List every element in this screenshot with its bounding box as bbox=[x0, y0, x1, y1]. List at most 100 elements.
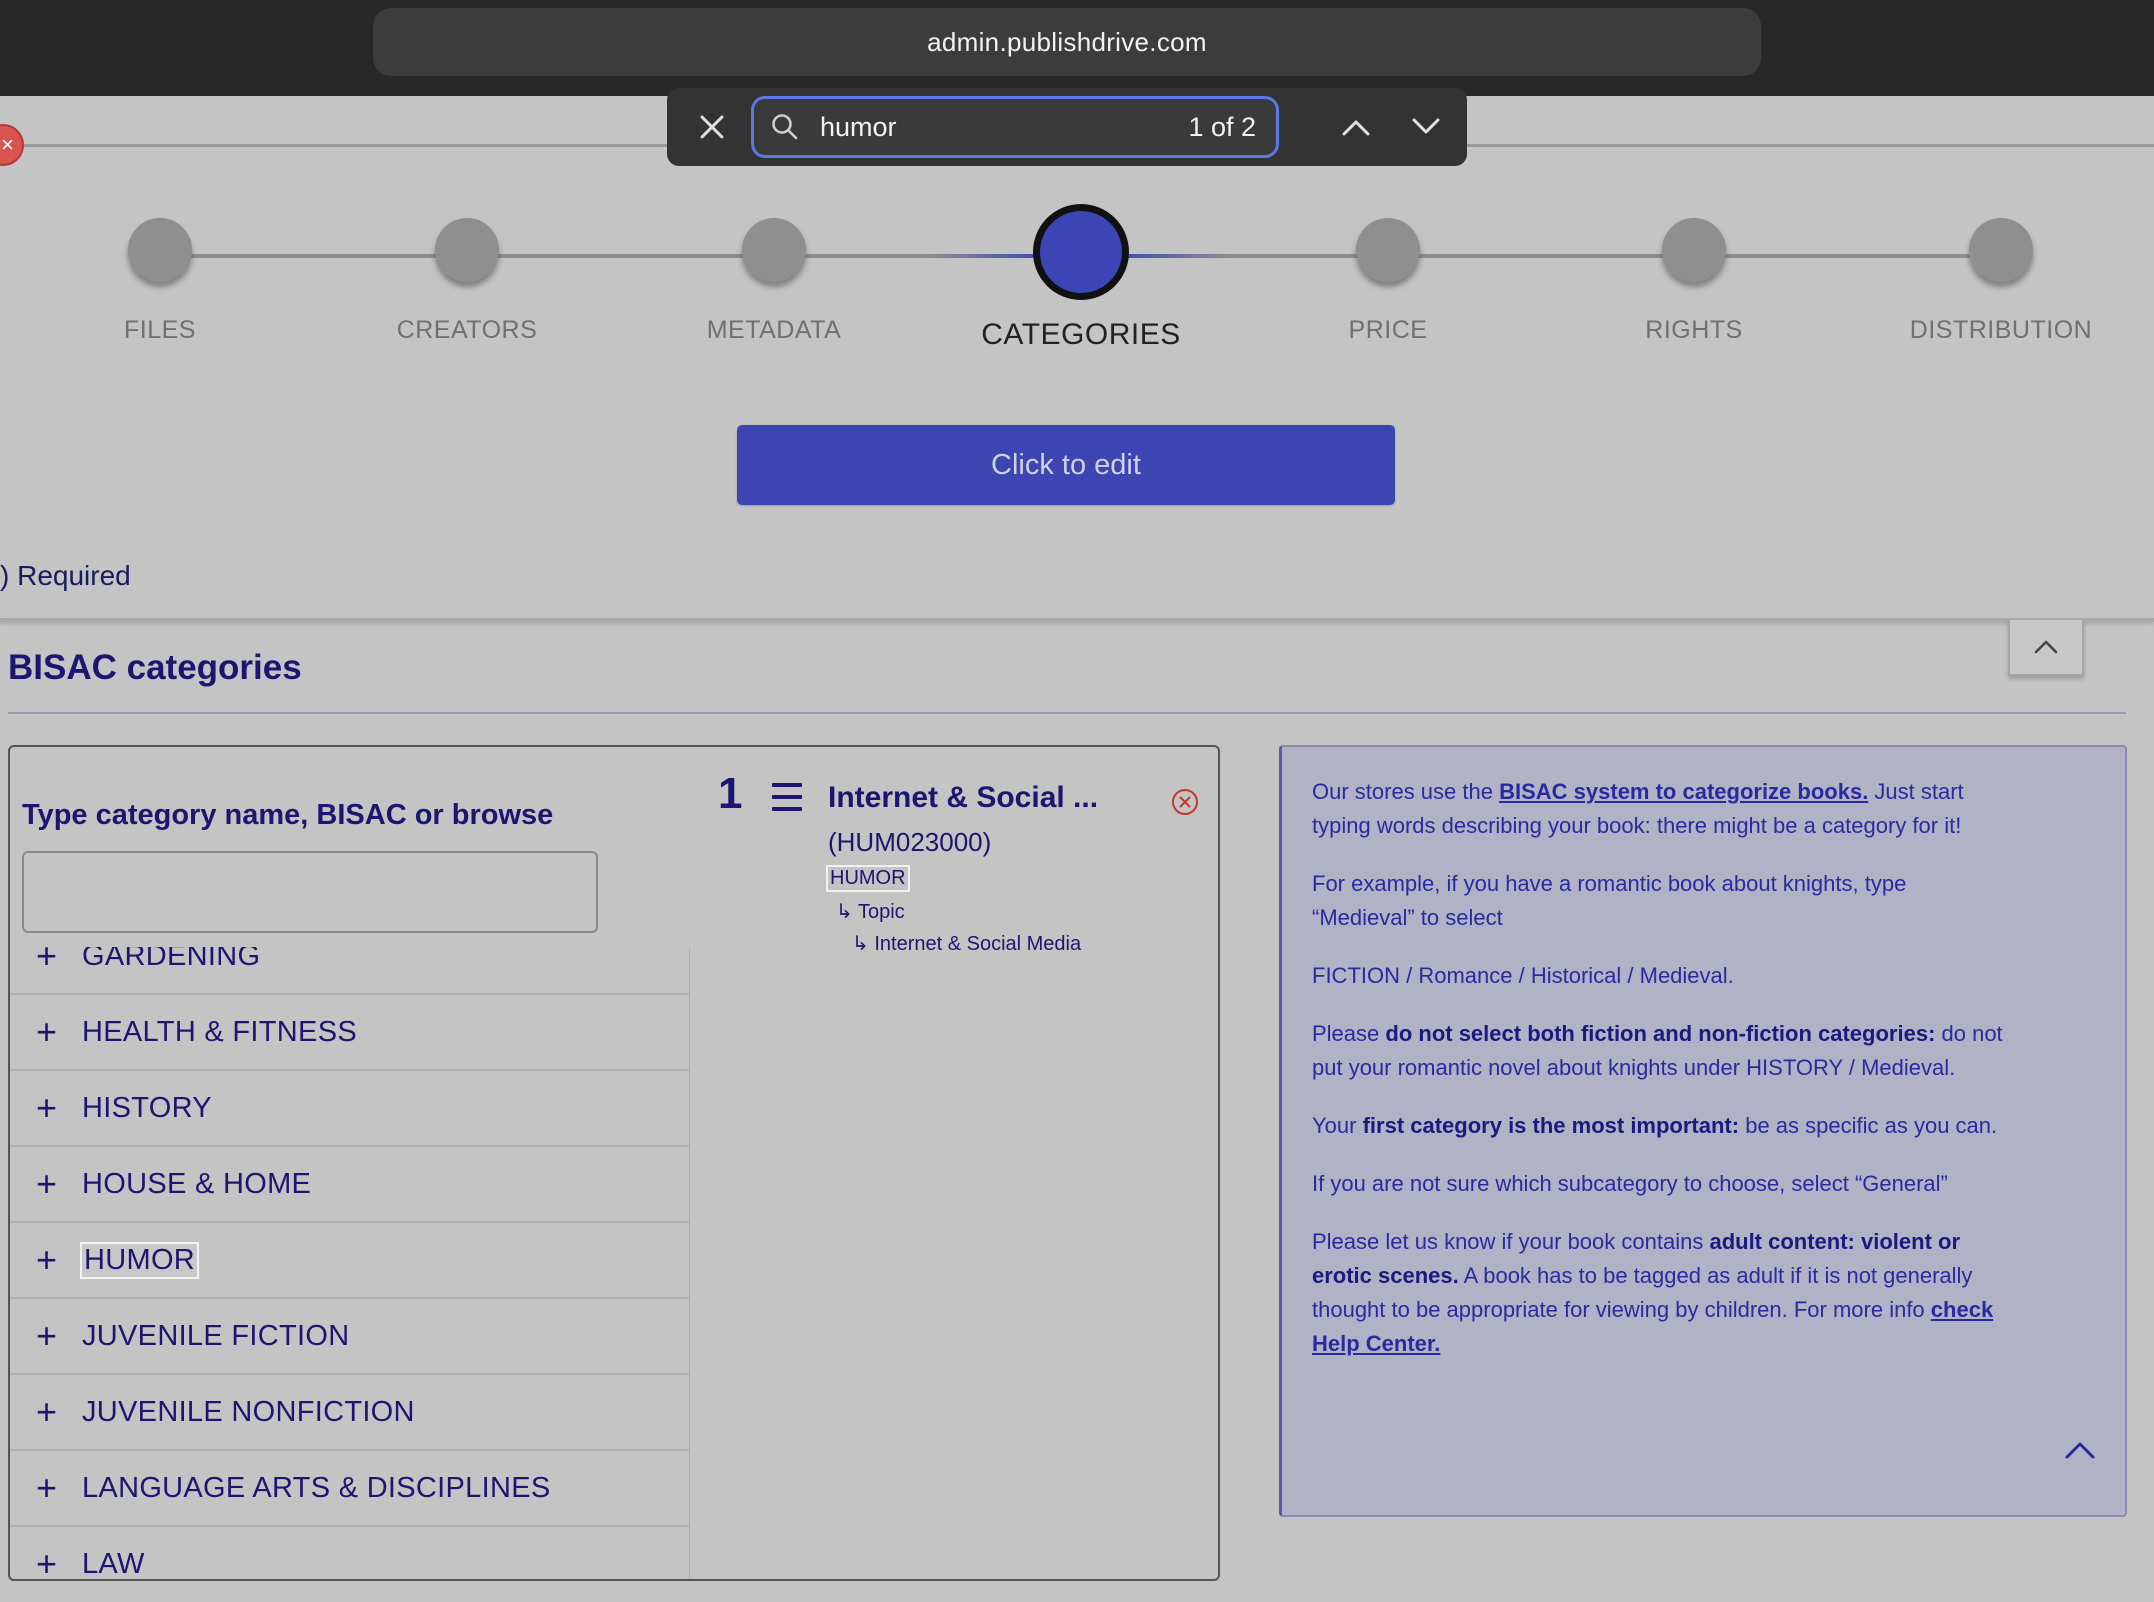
bisac-info-panel: Our stores use the BISAC system to categ… bbox=[1279, 745, 2127, 1517]
click-to-edit-button[interactable]: Click to edit bbox=[737, 425, 1395, 505]
expand-plus-icon[interactable]: + bbox=[36, 1318, 62, 1354]
url-text: admin.publishdrive.com bbox=[927, 26, 1207, 57]
selected-category-index: 1 bbox=[718, 769, 743, 818]
step-label: FILES bbox=[124, 316, 196, 344]
find-bar: humor 1 of 2 bbox=[667, 88, 1467, 166]
step-label: CREATORS bbox=[396, 316, 538, 344]
expand-plus-icon[interactable]: + bbox=[36, 1014, 62, 1050]
selected-category-parent: HUMOR bbox=[826, 865, 910, 892]
category-item-house-home[interactable]: + HOUSE & HOME bbox=[10, 1147, 689, 1223]
info-paragraph: Our stores use the BISAC system to categ… bbox=[1312, 775, 2012, 843]
category-item-history[interactable]: + HISTORY bbox=[10, 1071, 689, 1147]
chevron-up-icon bbox=[2034, 640, 2058, 654]
find-query: humor bbox=[820, 111, 897, 142]
selected-category-title: Internet & Social ... bbox=[828, 781, 1099, 814]
selected-category-level-2: ↳ Topic bbox=[836, 899, 905, 924]
step-categories[interactable]: CATEGORIES bbox=[931, 204, 1231, 352]
info-text: Please let us know if your book contains bbox=[1312, 1229, 1710, 1254]
step-files[interactable]: FILES bbox=[10, 218, 310, 345]
step-label: RIGHTS bbox=[1645, 316, 1743, 344]
category-item-law[interactable]: + LAW bbox=[10, 1527, 689, 1580]
drag-handle-icon[interactable] bbox=[772, 783, 802, 811]
subcategory-arrow-icon: ↳ bbox=[836, 901, 858, 923]
remove-category-button[interactable] bbox=[1170, 787, 1200, 817]
expand-plus-icon[interactable]: + bbox=[36, 1394, 62, 1430]
category-name: HEALTH & FITNESS bbox=[82, 1015, 357, 1048]
step-metadata[interactable]: METADATA bbox=[624, 218, 924, 345]
bisac-divider bbox=[8, 712, 2126, 714]
bisac-title: BISAC categories bbox=[8, 648, 302, 687]
info-text: Your bbox=[1312, 1113, 1363, 1138]
category-item-juvenile-fiction[interactable]: + JUVENILE FICTION bbox=[10, 1299, 689, 1375]
info-paragraph: For example, if you have a romantic book… bbox=[1312, 871, 1907, 930]
step-dot bbox=[435, 218, 499, 282]
category-item-health-fitness[interactable]: + HEALTH & FITNESS bbox=[10, 995, 689, 1071]
expand-plus-icon[interactable]: + bbox=[36, 1166, 62, 1202]
find-input[interactable]: humor 1 of 2 bbox=[751, 96, 1279, 158]
chevron-up-icon bbox=[2065, 1442, 2095, 1459]
info-paragraph: FICTION / Romance / Historical / Medieva… bbox=[1312, 963, 1734, 988]
expand-plus-icon[interactable]: + bbox=[36, 1090, 62, 1126]
step-distribution[interactable]: DISTRIBUTION bbox=[1851, 218, 2151, 345]
close-dot-icon[interactable]: × bbox=[0, 124, 24, 166]
close-icon bbox=[700, 115, 724, 139]
chevron-down-icon bbox=[1412, 118, 1440, 134]
step-label: PRICE bbox=[1348, 316, 1428, 344]
info-paragraph: If you are not sure which subcategory to… bbox=[1312, 1171, 1948, 1196]
step-rights[interactable]: RIGHTS bbox=[1544, 218, 1844, 345]
expand-plus-icon[interactable]: + bbox=[36, 1546, 62, 1580]
info-bold: do not select both fiction and non-ficti… bbox=[1385, 1021, 1936, 1046]
find-close-button[interactable] bbox=[691, 106, 733, 148]
category-name: HOUSE & HOME bbox=[82, 1167, 312, 1200]
expand-plus-icon[interactable]: + bbox=[36, 947, 62, 974]
category-name-highlighted: HUMOR bbox=[79, 1241, 200, 1279]
expand-plus-icon[interactable]: + bbox=[36, 1242, 62, 1278]
section-divider bbox=[0, 618, 2154, 622]
expand-plus-icon[interactable]: + bbox=[36, 1470, 62, 1506]
category-name: JUVENILE NONFICTION bbox=[82, 1395, 415, 1428]
close-circle-icon bbox=[1172, 789, 1198, 815]
selected-category-level-3: ↳ Internet & Social Media bbox=[852, 931, 1081, 956]
category-name: JUVENILE FICTION bbox=[82, 1319, 350, 1352]
step-dot bbox=[128, 218, 192, 282]
step-price[interactable]: PRICE bbox=[1238, 218, 1538, 345]
step-dot bbox=[742, 218, 806, 282]
info-text: Please bbox=[1312, 1021, 1386, 1046]
category-name: GARDENING bbox=[82, 947, 261, 972]
find-previous-button[interactable] bbox=[1335, 106, 1377, 148]
category-list[interactable]: + GARDENING + HEALTH & FITNESS + HISTORY… bbox=[10, 947, 690, 1580]
find-match-count: 1 of 2 bbox=[1188, 111, 1256, 142]
step-label: CATEGORIES bbox=[981, 318, 1181, 351]
category-picker: Type category name, BISAC or browse + GA… bbox=[8, 745, 1220, 1581]
browser-toolbar: admin.publishdrive.com bbox=[0, 0, 2154, 96]
info-text: Our stores use the bbox=[1312, 779, 1500, 804]
info-collapse-button[interactable] bbox=[2063, 1437, 2103, 1471]
category-item-gardening[interactable]: + GARDENING bbox=[10, 947, 689, 995]
required-note: ) Required bbox=[0, 560, 131, 591]
info-bold: first category is the most important: bbox=[1362, 1113, 1740, 1138]
chevron-up-icon bbox=[1342, 120, 1370, 136]
info-paragraph: Your first category is the most importan… bbox=[1312, 1109, 2012, 1143]
category-search-input[interactable] bbox=[22, 851, 598, 933]
search-icon bbox=[770, 112, 814, 142]
category-name: HISTORY bbox=[82, 1091, 212, 1124]
step-label: DISTRIBUTION bbox=[1909, 316, 2093, 344]
category-item-juvenile-nonfiction[interactable]: + JUVENILE NONFICTION bbox=[10, 1375, 689, 1451]
category-name: LANGUAGE ARTS & DISCIPLINES bbox=[82, 1471, 551, 1504]
info-paragraph: Please do not select both fiction and no… bbox=[1312, 1017, 2012, 1085]
collapse-section-button[interactable] bbox=[2008, 620, 2084, 676]
step-dot bbox=[1356, 218, 1420, 282]
category-item-language-arts[interactable]: + LANGUAGE ARTS & DISCIPLINES bbox=[10, 1451, 689, 1527]
find-next-button[interactable] bbox=[1405, 106, 1447, 148]
category-name: LAW bbox=[82, 1547, 145, 1580]
step-dot-active bbox=[1033, 204, 1129, 300]
subcategory-arrow-icon: ↳ bbox=[852, 933, 875, 955]
step-dot bbox=[1969, 218, 2033, 282]
bisac-system-link[interactable]: BISAC system to categorize books. bbox=[1499, 779, 1868, 804]
category-item-humor[interactable]: + HUMOR bbox=[10, 1223, 689, 1299]
category-search-label: Type category name, BISAC or browse bbox=[22, 799, 554, 831]
info-text: be as specific as you can. bbox=[1739, 1113, 1998, 1138]
step-creators[interactable]: CREATORS bbox=[317, 218, 617, 345]
selected-category-code: (HUM023000) bbox=[828, 827, 992, 857]
address-bar[interactable]: admin.publishdrive.com bbox=[373, 8, 1761, 76]
